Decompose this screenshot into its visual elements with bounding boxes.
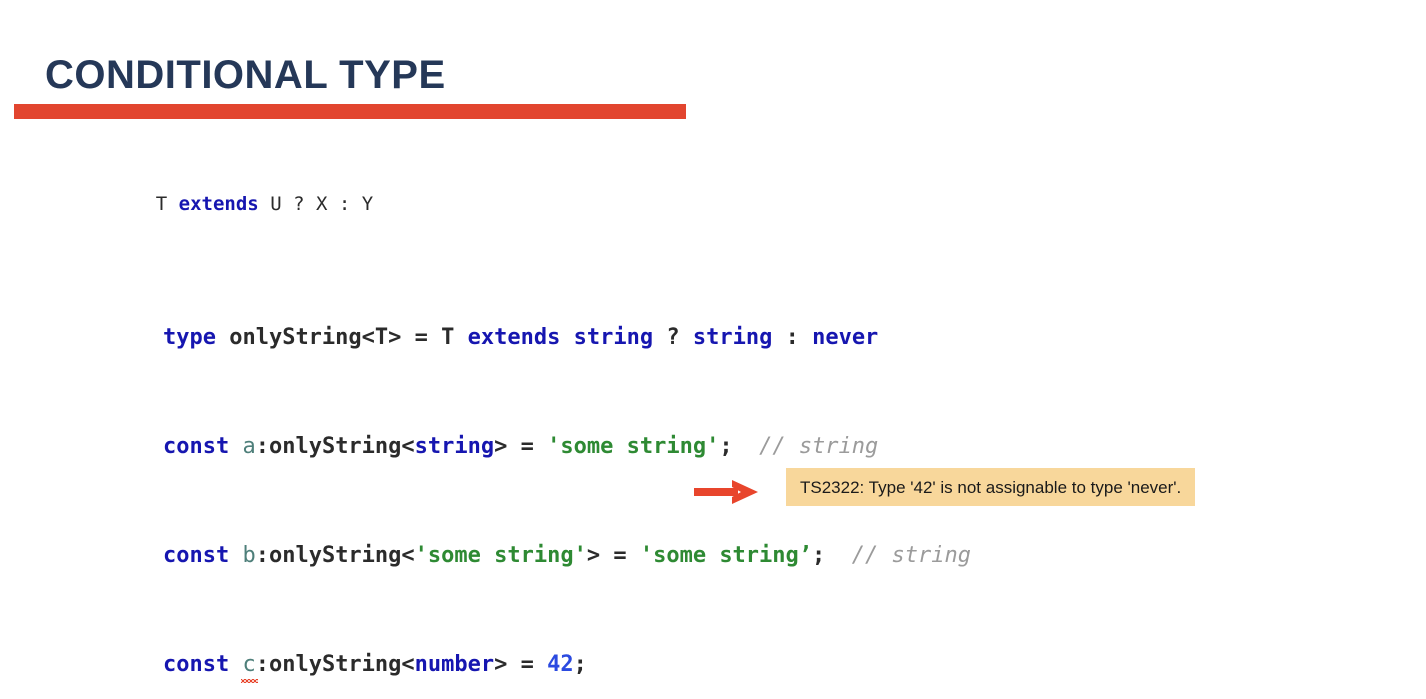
arrow-right-icon	[694, 480, 758, 504]
token-string-literal: 'some string'	[547, 434, 720, 459]
token-comment-inferred-type: // string	[851, 543, 971, 568]
token-type-param-t: T	[155, 193, 168, 215]
token-semicolon: ;	[719, 434, 733, 459]
token-colon: :	[772, 325, 813, 350]
token-semicolon: ;	[573, 652, 587, 677]
code-line-const-a: const a:onlyString<string> = 'some strin…	[110, 414, 1410, 480]
code-line-conditional-signature: T extends U ? X : Y	[110, 176, 1410, 233]
token-type-string-check: string	[573, 325, 654, 350]
token-type-never-false-branch: never	[812, 325, 879, 350]
error-message-text: TS2322: Type '42' is not assignable to t…	[800, 477, 1182, 497]
token-number-literal: 42	[547, 652, 574, 677]
token-signature-rest: U ? X : Y	[270, 193, 374, 215]
token-keyword-const: const	[162, 434, 230, 459]
token-annotation-open: :onlyString<	[255, 543, 415, 568]
token-annotation-close: > =	[586, 543, 640, 568]
code-line-const-c: const c:onlyString<number> = 42;	[110, 632, 1410, 698]
page-title: CONDITIONAL TYPE	[45, 53, 446, 97]
token-type-arg-string: string	[414, 434, 495, 459]
title-underline-rule	[14, 104, 686, 119]
token-type-arg-string-literal: 'some string'	[414, 543, 587, 568]
token-comment-inferred-type: // string	[759, 434, 879, 459]
token-keyword-const: const	[162, 652, 230, 677]
token-annotation-open: :onlyString<	[255, 434, 415, 459]
token-question-mark: ?	[653, 325, 693, 350]
code-line-type-alias: type onlyString<T> = T extends string ? …	[110, 305, 1410, 371]
token-type-string-true-branch: string	[692, 325, 773, 350]
token-type-arg-number: number	[414, 652, 495, 677]
token-variable-c-error[interactable]: c	[241, 654, 259, 683]
token-annotation-close: > =	[494, 652, 548, 677]
token-keyword-type: type	[162, 325, 216, 350]
error-tooltip: TS2322: Type '42' is not assignable to t…	[786, 468, 1196, 506]
token-semicolon: ;	[812, 543, 826, 568]
token-annotation-close: > =	[494, 434, 548, 459]
token-alias-name: onlyString<T> = T	[215, 325, 468, 350]
token-variable-b: b	[242, 543, 256, 568]
token-string-literal: 'some string’	[639, 543, 813, 568]
token-variable-a: a	[242, 434, 256, 459]
token-keyword-extends: extends	[467, 325, 561, 350]
token-keyword-extends: extends	[178, 193, 259, 215]
title-block: CONDITIONAL TYPE	[14, 52, 686, 119]
code-line-const-b: const b:onlyString<'some string'> = 'som…	[110, 523, 1410, 589]
code-block: T extends U ? X : Y type onlyString<T> =…	[110, 176, 1410, 698]
token-keyword-const: const	[162, 543, 230, 568]
token-annotation-open: :onlyString<	[255, 652, 415, 677]
